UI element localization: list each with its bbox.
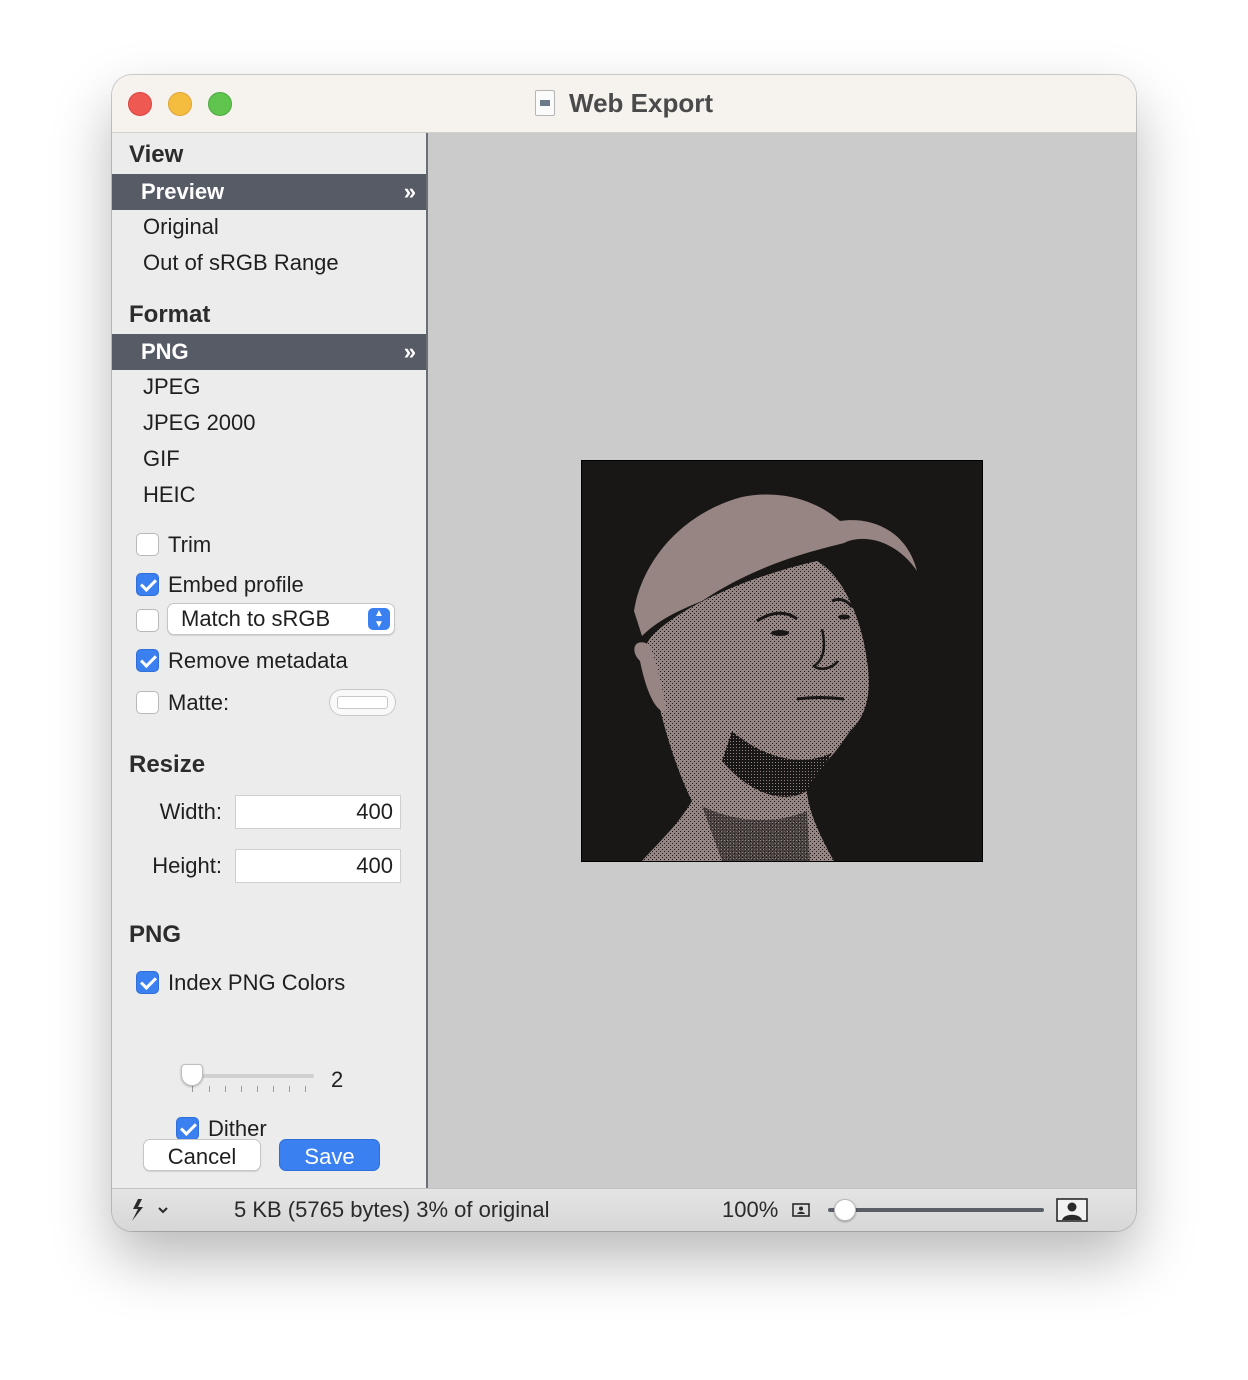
format-item-jpeg-2000[interactable]: JPEG 2000 [143, 408, 256, 438]
zoom-level: 100% [722, 1197, 779, 1222]
status-bar: 5 KB (5765 bytes) 3% of original 100% [112, 1188, 1136, 1231]
format-item-gif[interactable]: GIF [143, 444, 180, 474]
chevron-right-icon: » [403, 339, 416, 364]
width-label: Width: [159, 799, 222, 824]
view-item-original[interactable]: Original [143, 212, 219, 242]
matte-checkbox[interactable] [136, 691, 159, 714]
png-options-heading: PNG [129, 921, 182, 948]
file-size-info: 5 KB (5765 bytes) 3% of original [234, 1197, 550, 1222]
cancel-button[interactable]: Cancel [143, 1139, 261, 1171]
zoom-slider-knob[interactable] [833, 1199, 856, 1221]
zoom-slider-track[interactable] [828, 1208, 1044, 1212]
format-item-jpeg[interactable]: JPEG [143, 372, 200, 402]
slider-tick [305, 1086, 306, 1092]
dither-checkbox[interactable] [176, 1117, 199, 1140]
chevron-right-icon: » [403, 179, 416, 204]
window-title-group: Web Export [112, 75, 1136, 132]
settings-sidebar: View Preview » Original Out of sRGB Rang… [112, 133, 428, 1188]
format-item-png-label: PNG [141, 339, 189, 364]
index-png-colors-checkbox[interactable] [136, 971, 159, 994]
title-bar: Web Export [112, 75, 1136, 133]
slider-tick [289, 1086, 290, 1092]
format-item-heic[interactable]: HEIC [143, 480, 196, 510]
slider-tick [192, 1086, 193, 1092]
index-png-colors-label: Index PNG Colors [168, 970, 346, 995]
match-profile-value: Match to sRGB [181, 606, 331, 631]
embed-profile-checkbox[interactable] [136, 573, 159, 596]
preview-image [581, 460, 983, 862]
width-field[interactable]: 400 [235, 795, 401, 829]
up-down-stepper-icon: ▲ ▼ [368, 608, 390, 630]
view-item-preview[interactable]: Preview » [112, 174, 426, 210]
slider-tick [209, 1086, 210, 1092]
embed-profile-label: Embed profile [168, 572, 304, 597]
view-heading: View [129, 141, 184, 168]
match-checkbox[interactable] [136, 609, 159, 632]
window-title: Web Export [569, 88, 713, 118]
format-heading: Format [129, 301, 211, 328]
remove-metadata-label: Remove metadata [168, 648, 348, 673]
slider-tick [273, 1086, 274, 1092]
preview-area [428, 133, 1136, 1188]
fit-to-window-icon[interactable] [792, 1203, 810, 1217]
actual-size-person-icon[interactable] [1056, 1198, 1088, 1222]
slider-tick [225, 1086, 226, 1092]
color-count-value: 2 [331, 1067, 344, 1092]
matte-label: Matte: [168, 690, 230, 715]
color-count-slider-knob[interactable] [181, 1064, 203, 1086]
matte-color-well[interactable] [329, 689, 396, 716]
slider-tick [257, 1086, 258, 1092]
view-item-out-of-srgb[interactable]: Out of sRGB Range [143, 248, 339, 278]
save-button[interactable]: Save [279, 1139, 380, 1171]
portrait-image [634, 494, 917, 861]
view-item-preview-label: Preview [141, 179, 225, 204]
document-icon [535, 89, 555, 116]
trim-label: Trim [168, 532, 212, 557]
web-export-window: Web Export View Preview » Original Out o… [112, 75, 1136, 1231]
height-label: Height: [152, 853, 222, 878]
action-gear-icon[interactable] [124, 1197, 168, 1223]
format-item-png[interactable]: PNG » [112, 334, 426, 370]
resize-heading: Resize [129, 751, 206, 778]
trim-checkbox[interactable] [136, 533, 159, 556]
remove-metadata-checkbox[interactable] [136, 649, 159, 672]
match-profile-popup[interactable]: Match to sRGB ▲ ▼ [167, 603, 395, 635]
slider-tick [241, 1086, 242, 1092]
height-field[interactable]: 400 [235, 849, 401, 883]
